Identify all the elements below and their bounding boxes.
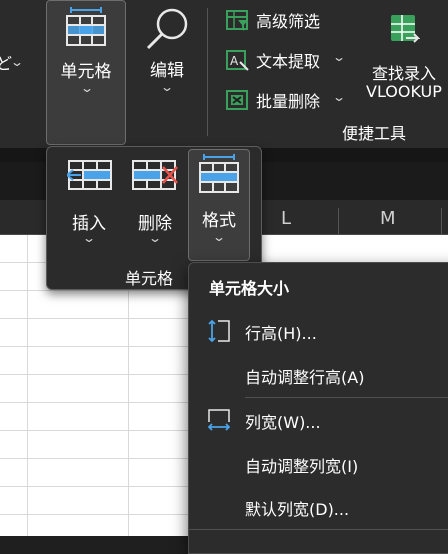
cells-button-label: 单元格 xyxy=(60,62,112,82)
vlookup-label-line2: VLOOKUP xyxy=(366,82,442,101)
menu-item-label: 自动调整行高(A) xyxy=(245,368,365,387)
menu-item-default-width[interactable]: 默认列宽(D)... xyxy=(189,487,448,527)
vlookup-icon xyxy=(391,15,420,43)
menu-section-header: 单元格大小 xyxy=(209,279,290,298)
menu-item-autofit-column-width[interactable]: 自动调整列宽(I) xyxy=(189,444,448,484)
format-dropdown-menu: 单元格大小 行高(H)... 自动调整行高(A) 列宽(W)... 自动调整列宽… xyxy=(188,262,448,554)
edit-button-label: 编辑 xyxy=(150,61,184,81)
menu-item-label: 行高(H)... xyxy=(245,324,317,343)
chevron-down-icon: ⌄ xyxy=(81,231,97,245)
format-button[interactable]: 格式 ⌄ xyxy=(188,149,250,261)
cell-format-icon xyxy=(66,7,106,46)
flyout-group-label: 单元格 xyxy=(125,269,174,288)
filter-grid-icon xyxy=(226,10,248,31)
column-divider xyxy=(441,208,442,234)
column-width-icon xyxy=(207,409,231,431)
chevron-down-icon: ⌄ xyxy=(9,55,25,69)
cells-button[interactable]: 单元格 ⌄ xyxy=(46,0,126,145)
format-label: 格式 xyxy=(202,211,236,231)
menu-item-row-height[interactable]: 行高(H)... xyxy=(189,311,448,351)
menu-separator xyxy=(245,397,448,398)
chevron-down-icon: ⌄ xyxy=(331,90,347,104)
column-divider xyxy=(338,208,339,234)
chevron-down-icon: ⌄ xyxy=(211,230,227,244)
column-header-m[interactable]: M xyxy=(380,208,396,229)
chevron-down-icon: ⌄ xyxy=(79,81,95,95)
svg-text:A: A xyxy=(230,54,239,68)
menu-item-autofit-row-height[interactable]: 自动调整行高(A) xyxy=(189,355,448,395)
menu-item-column-width[interactable]: 列宽(W)... xyxy=(189,400,448,440)
cell-format-icon xyxy=(199,154,239,193)
delete-cells-icon xyxy=(132,160,178,190)
menu-item-label: 列宽(W)... xyxy=(245,413,321,432)
insert-button[interactable]: 插入 ⌄ xyxy=(57,151,121,251)
row-height-icon xyxy=(208,319,230,343)
menu-separator xyxy=(189,529,448,530)
column-header-l[interactable]: L xyxy=(281,208,291,229)
edit-button[interactable]: 编辑 ⌄ xyxy=(134,0,200,143)
bulk-delete-label: 批量删除 xyxy=(256,92,321,111)
insert-cells-icon xyxy=(67,160,112,190)
bulk-delete-icon xyxy=(226,90,248,110)
ribbon: ど ⌄ 单元格 ⌄ 编辑 ⌄ 高级筛选 A 文本提取 ⌄ 批量删除 ⌄ 查找录入… xyxy=(0,0,448,148)
vlookup-label-line1: 查找录入 xyxy=(372,64,437,83)
text-extract-label: 文本提取 xyxy=(256,52,321,71)
grid-line xyxy=(27,235,28,536)
group-separator xyxy=(207,8,208,136)
text-extract-icon: A xyxy=(226,50,249,71)
vlookup-button[interactable]: 查找录入 VLOOKUP xyxy=(362,6,448,106)
group-label-quick-tools: 便捷工具 xyxy=(342,124,407,143)
chevron-down-icon: ⌄ xyxy=(331,50,347,64)
delete-button[interactable]: 删除 ⌄ xyxy=(123,151,187,251)
advanced-filter-label: 高级筛选 xyxy=(256,12,321,31)
chevron-down-icon: ⌄ xyxy=(159,80,175,94)
menu-item-label: 自动调整列宽(I) xyxy=(245,457,359,476)
chevron-down-icon: ⌄ xyxy=(147,231,163,245)
menu-item-label: 默认列宽(D)... xyxy=(245,500,350,519)
search-icon xyxy=(146,8,188,50)
